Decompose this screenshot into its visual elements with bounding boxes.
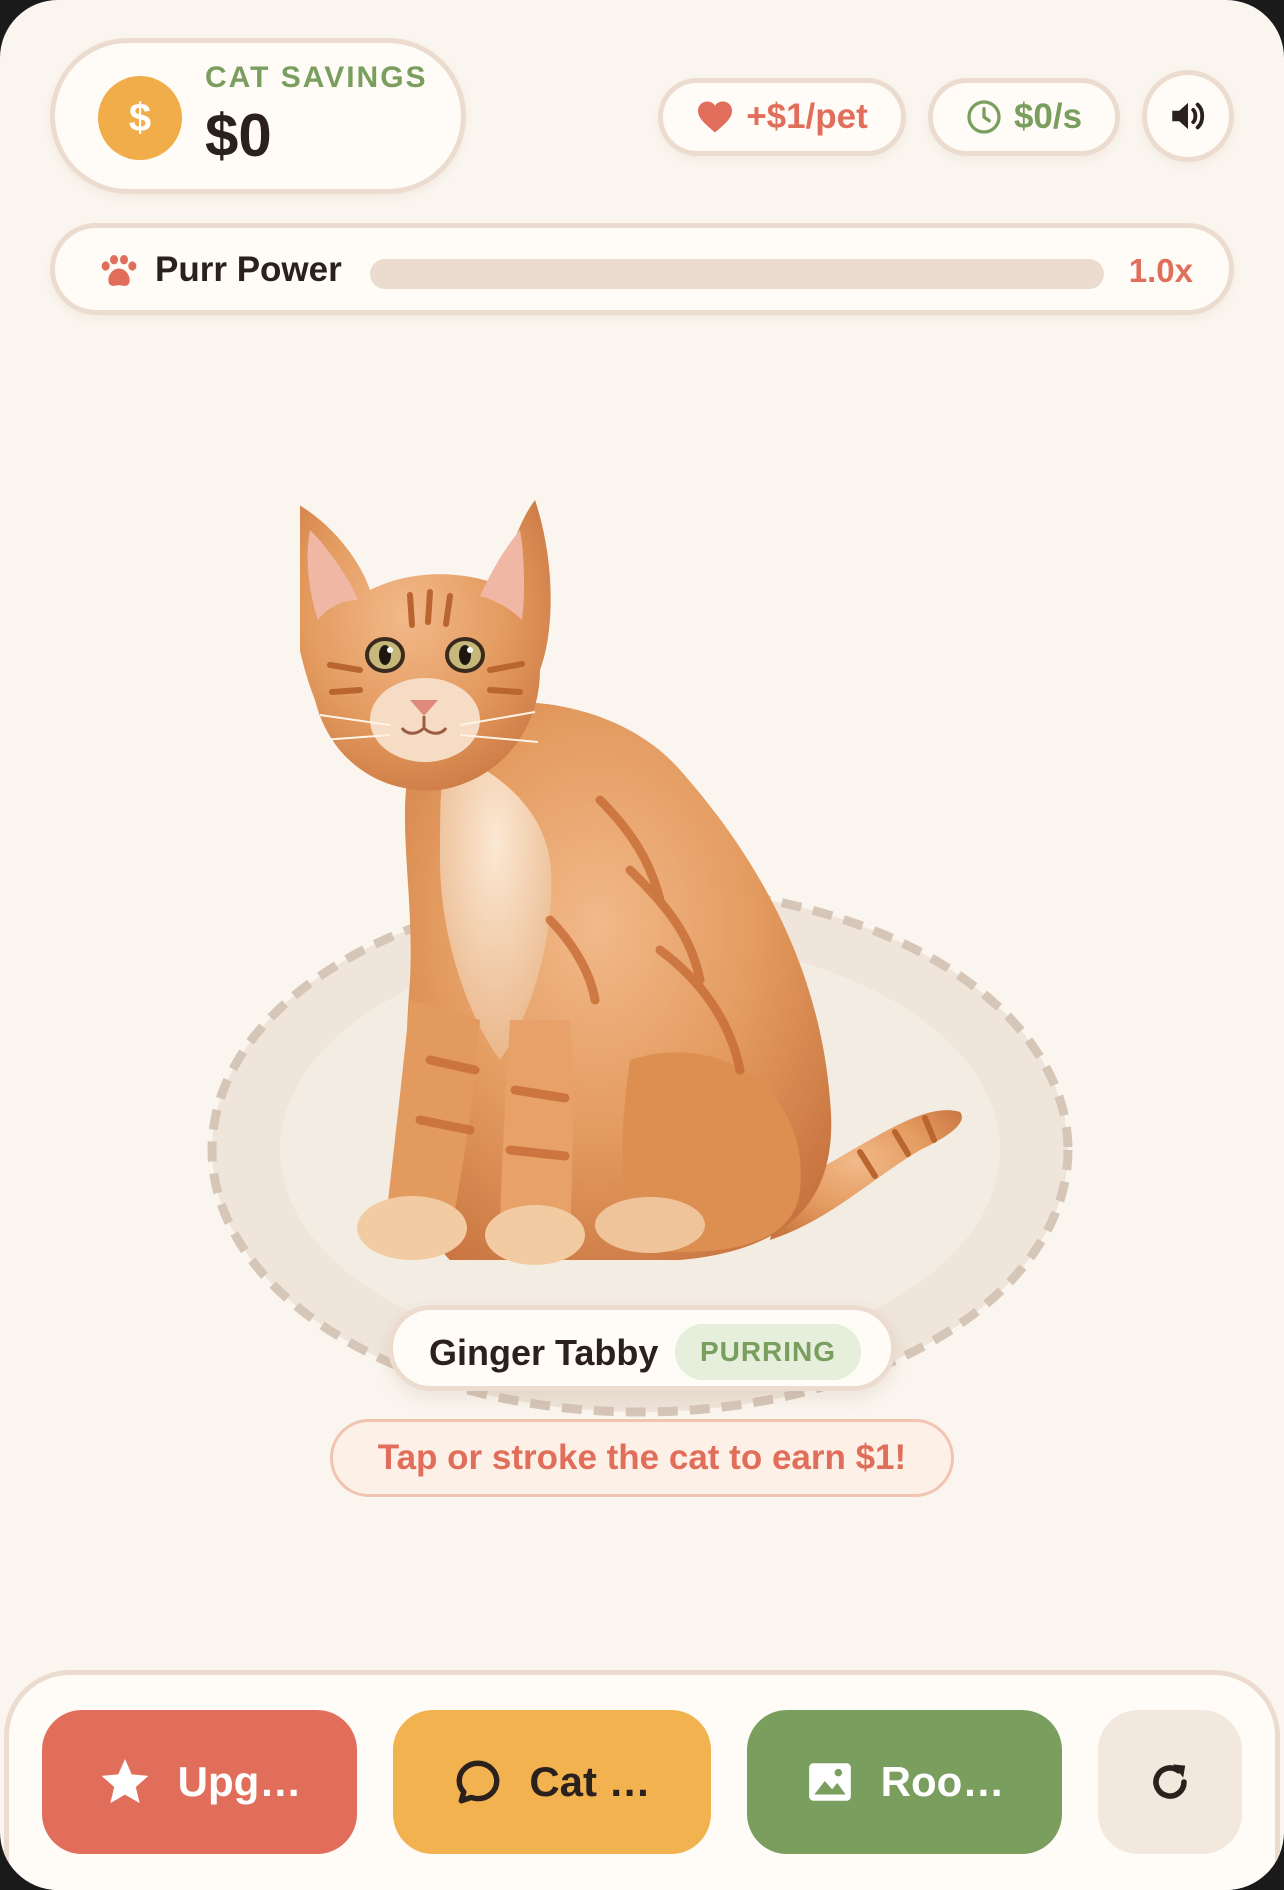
heart-icon bbox=[698, 101, 733, 133]
per-pet-value: +$1/pet bbox=[746, 97, 868, 136]
rooms-button[interactable]: Roo… bbox=[747, 1710, 1062, 1854]
per-second-value: $0/s bbox=[1013, 97, 1083, 136]
savings-card: $ CAT SAVINGS $0 bbox=[50, 38, 466, 194]
game-screen: $ CAT SAVINGS $0 +$1/pet $0/s Purr Power… bbox=[0, 0, 1284, 1890]
purr-power-bar: Purr Power 1.0x bbox=[50, 223, 1234, 315]
cats-label: Cat … bbox=[529, 1758, 651, 1805]
upgrades-label: Upg… bbox=[177, 1758, 302, 1805]
reset-button[interactable] bbox=[1098, 1710, 1242, 1854]
rooms-label: Roo… bbox=[880, 1758, 1005, 1805]
purr-power-track bbox=[370, 259, 1104, 289]
cat-name: Ginger Tabby bbox=[429, 1332, 659, 1373]
paw-icon bbox=[101, 255, 137, 286]
upgrades-button[interactable]: Upg… bbox=[42, 1710, 357, 1854]
clock-icon bbox=[967, 100, 1001, 134]
savings-amount: $0 bbox=[205, 102, 272, 169]
ginger-tabby-cat[interactable] bbox=[300, 500, 980, 1290]
tap-hint: Tap or stroke the cat to earn $1! bbox=[330, 1419, 954, 1497]
purr-power-label: Purr Power bbox=[155, 250, 342, 289]
cats-button[interactable]: Cat … bbox=[393, 1710, 711, 1854]
savings-label: CAT SAVINGS bbox=[205, 61, 428, 94]
per-second-badge: $0/s bbox=[928, 78, 1120, 156]
speaker-icon bbox=[1172, 102, 1205, 130]
star-icon bbox=[101, 1759, 149, 1804]
cat-name-card: Ginger Tabby PURRING bbox=[388, 1305, 896, 1391]
sound-toggle-button[interactable] bbox=[1142, 70, 1234, 162]
cat-status-badge: PURRING bbox=[675, 1324, 861, 1380]
chat-bubble-icon bbox=[456, 1760, 500, 1804]
coin-icon: $ bbox=[98, 76, 182, 160]
image-icon bbox=[808, 1763, 851, 1801]
refresh-icon bbox=[1153, 1764, 1187, 1799]
per-pet-badge: +$1/pet bbox=[658, 78, 906, 156]
purr-multiplier: 1.0x bbox=[1128, 252, 1193, 289]
